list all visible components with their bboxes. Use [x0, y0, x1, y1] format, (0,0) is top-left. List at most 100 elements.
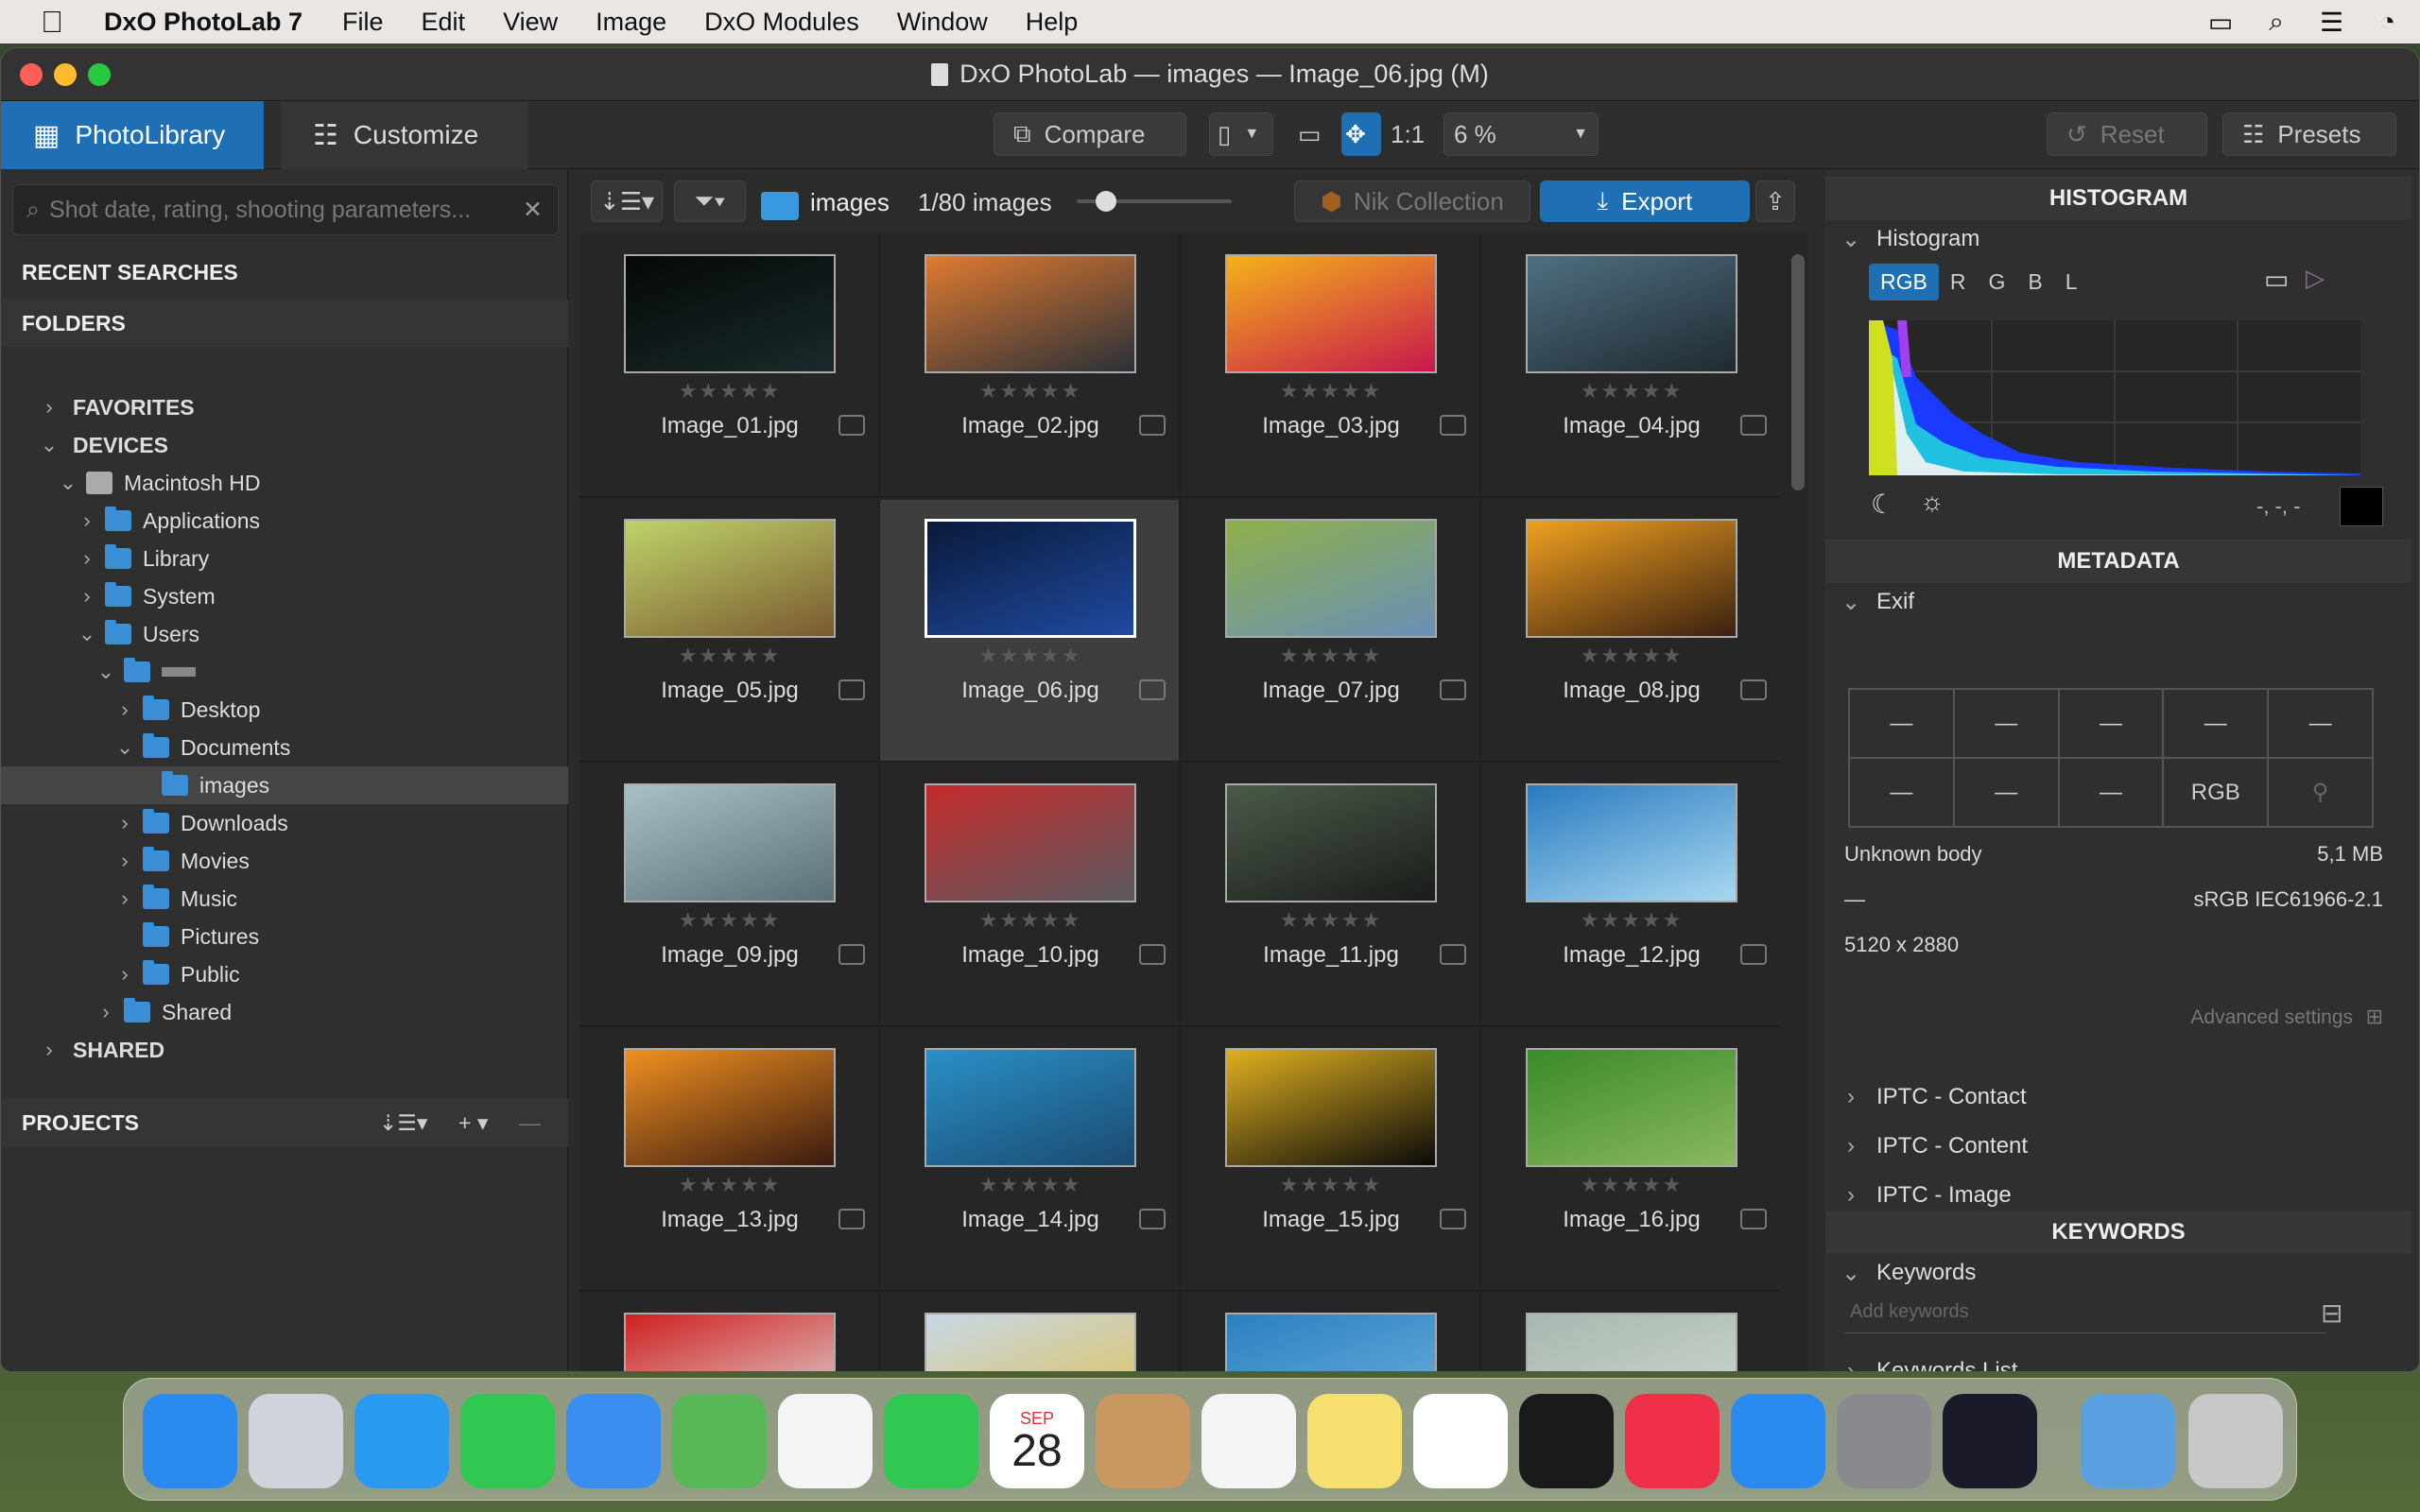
appstore-icon[interactable] — [1731, 1394, 1825, 1488]
chevron-right-icon[interactable]: › — [77, 584, 97, 609]
sort-button[interactable]: ⇣☰▾ — [591, 180, 663, 222]
thumbnail-cell[interactable]: ★★★★★ Image_09.jpg — [579, 765, 880, 1027]
clipping-shadows-icon[interactable]: ☾ — [1871, 489, 1894, 520]
projects-header[interactable]: PROJECTS ⇣☰▾ + ▾ — — [1, 1099, 568, 1146]
launchpad-icon[interactable] — [249, 1394, 343, 1488]
rating-stars[interactable]: ★★★★★ — [880, 379, 1181, 404]
freeform-icon[interactable] — [1413, 1394, 1508, 1488]
thumbnail-cell[interactable]: ★★★★★ Image_06.jpg — [880, 500, 1181, 763]
maps-icon[interactable] — [672, 1394, 767, 1488]
thumbnail-cell[interactable]: ★★★★★ Image_02.jpg — [880, 235, 1181, 498]
tree-item[interactable]: › SHARED — [1, 1031, 568, 1069]
chevron-right-icon[interactable]: › — [39, 395, 60, 420]
thumbnail-cell[interactable] — [1181, 1294, 1481, 1371]
rating-stars[interactable]: ★★★★★ — [1181, 908, 1481, 933]
thumbnail-image[interactable] — [624, 254, 836, 373]
channel-rgb[interactable]: RGB — [1869, 264, 1939, 301]
menu-view[interactable]: View — [503, 8, 558, 37]
rating-stars[interactable]: ★★★★★ — [880, 644, 1181, 668]
compare-button[interactable]: ⧉ Compare — [994, 112, 1186, 156]
presets-button[interactable]: ☷ Presets — [2222, 112, 2396, 156]
tree-item[interactable]: › System — [1, 577, 568, 615]
thumbnail-cell[interactable]: ★★★★★ Image_08.jpg — [1481, 500, 1780, 763]
thumbnail-image[interactable] — [1225, 1313, 1437, 1371]
downloads-icon[interactable] — [2081, 1394, 2175, 1488]
chevron-down-icon[interactable]: ⌄ — [39, 433, 60, 457]
settings-icon[interactable] — [1837, 1394, 1931, 1488]
spotlight-icon[interactable]: ⌕ — [2269, 7, 2284, 38]
gamut-icon[interactable]: ▷ — [2306, 264, 2325, 293]
trash-icon[interactable] — [2188, 1394, 2283, 1488]
thumbnail-image[interactable] — [925, 254, 1136, 373]
rating-stars[interactable]: ★★★★★ — [579, 379, 880, 404]
folders-header[interactable]: FOLDERS — [1, 300, 568, 347]
thumbnail-cell[interactable]: ★★★★★ Image_16.jpg — [1481, 1029, 1780, 1292]
chevron-right-icon[interactable]: › — [77, 508, 97, 533]
thumbnail-image[interactable] — [1225, 519, 1437, 638]
chevron-right-icon[interactable]: › — [114, 886, 135, 911]
clock-icon[interactable]: ◔ — [2379, 7, 2395, 37]
tree-item[interactable]: ⌄ — [1, 653, 568, 691]
rating-stars[interactable]: ★★★★★ — [579, 644, 880, 668]
tree-item[interactable]: › Shared — [1, 993, 568, 1031]
monitor-icon[interactable]: ▭ — [2264, 264, 2289, 295]
photolab-icon[interactable] — [1943, 1394, 2037, 1488]
remove-project-icon[interactable]: — — [519, 1110, 541, 1136]
thumbnail-cell[interactable] — [880, 1294, 1181, 1371]
thumbnail-image[interactable] — [925, 519, 1136, 638]
rating-stars[interactable]: ★★★★★ — [880, 908, 1181, 933]
thumbnail-cell[interactable]: ★★★★★ Image_10.jpg — [880, 765, 1181, 1027]
clear-search-icon[interactable]: ✕ — [523, 196, 543, 224]
reminders-icon[interactable] — [1201, 1394, 1296, 1488]
histogram-header[interactable]: HISTOGRAM — [1825, 177, 2411, 220]
one-to-one-button[interactable]: 1:1 — [1387, 112, 1426, 156]
export-button[interactable]: ⤓ Export — [1540, 180, 1750, 222]
thumbnail-cell[interactable] — [1481, 1294, 1780, 1371]
rating-stars[interactable]: ★★★★★ — [1181, 644, 1481, 668]
iptc-section[interactable]: › IPTC - Content — [1825, 1127, 2411, 1165]
menu-help[interactable]: Help — [1026, 8, 1079, 37]
fit-screen-button[interactable]: ▭ — [1292, 112, 1332, 156]
tree-item[interactable]: › Movies — [1, 842, 568, 880]
chevron-down-icon[interactable]: ⌄ — [77, 622, 97, 646]
thumbnail-size-slider[interactable] — [1077, 191, 1232, 212]
tree-item[interactable]: › Applications — [1, 502, 568, 540]
screen-mirror-icon[interactable]: ▭ — [2208, 7, 2233, 38]
chevron-right-icon[interactable]: › — [77, 546, 97, 571]
rating-stars[interactable]: ★★★★★ — [579, 1173, 880, 1197]
menu-image[interactable]: Image — [596, 8, 666, 37]
keyword-tree-icon[interactable]: ⊟ — [2321, 1297, 2342, 1329]
chevron-down-icon[interactable]: ⌄ — [58, 471, 78, 495]
thumbnail-image[interactable] — [925, 783, 1136, 902]
grid-scrollbar[interactable] — [1791, 254, 1805, 490]
iptc-section[interactable]: › IPTC - Contact — [1825, 1078, 2411, 1116]
notes-icon[interactable] — [1307, 1394, 1402, 1488]
exif-subheader[interactable]: ⌄ Exif — [1825, 583, 2411, 621]
channel-l[interactable]: L — [2054, 264, 2089, 301]
rating-stars[interactable]: ★★★★★ — [880, 1173, 1181, 1197]
search-field[interactable]: ⌕ Shot date, rating, shooting parameters… — [12, 184, 559, 235]
chevron-down-icon[interactable]: ⌄ — [95, 660, 116, 684]
share-button[interactable]: ⇪ — [1755, 180, 1795, 222]
filter-button[interactable]: ⏷▾ — [674, 180, 746, 222]
thumbnail-image[interactable] — [1526, 519, 1737, 638]
app-menu[interactable]: DxO PhotoLab 7 — [104, 8, 302, 37]
messages-icon[interactable] — [460, 1394, 555, 1488]
chevron-right-icon[interactable]: › — [114, 697, 135, 722]
tree-item[interactable]: › Public — [1, 955, 568, 993]
rating-stars[interactable]: ★★★★★ — [579, 908, 880, 933]
reset-button[interactable]: ↺ Reset — [2047, 112, 2207, 156]
chevron-down-icon[interactable]: ⌄ — [114, 735, 135, 760]
menu-dxo-modules[interactable]: DxO Modules — [704, 8, 859, 37]
chevron-right-icon[interactable]: › — [114, 962, 135, 987]
thumbnail-cell[interactable]: ★★★★★ Image_01.jpg — [579, 235, 880, 498]
nik-collection-button[interactable]: ⬢ Nik Collection — [1294, 180, 1530, 222]
tree-item[interactable]: ⌄ DEVICES — [1, 426, 568, 464]
channel-r[interactable]: R — [1939, 264, 1978, 301]
search-input[interactable]: Shot date, rating, shooting parameters..… — [49, 197, 513, 224]
clipping-highlights-icon[interactable]: ☼ — [1920, 487, 1945, 517]
channel-g[interactable]: G — [1977, 264, 2016, 301]
tree-item[interactable]: ⌄ Documents — [1, 729, 568, 766]
minimize-window-button[interactable] — [54, 63, 77, 86]
mail-icon[interactable] — [566, 1394, 661, 1488]
